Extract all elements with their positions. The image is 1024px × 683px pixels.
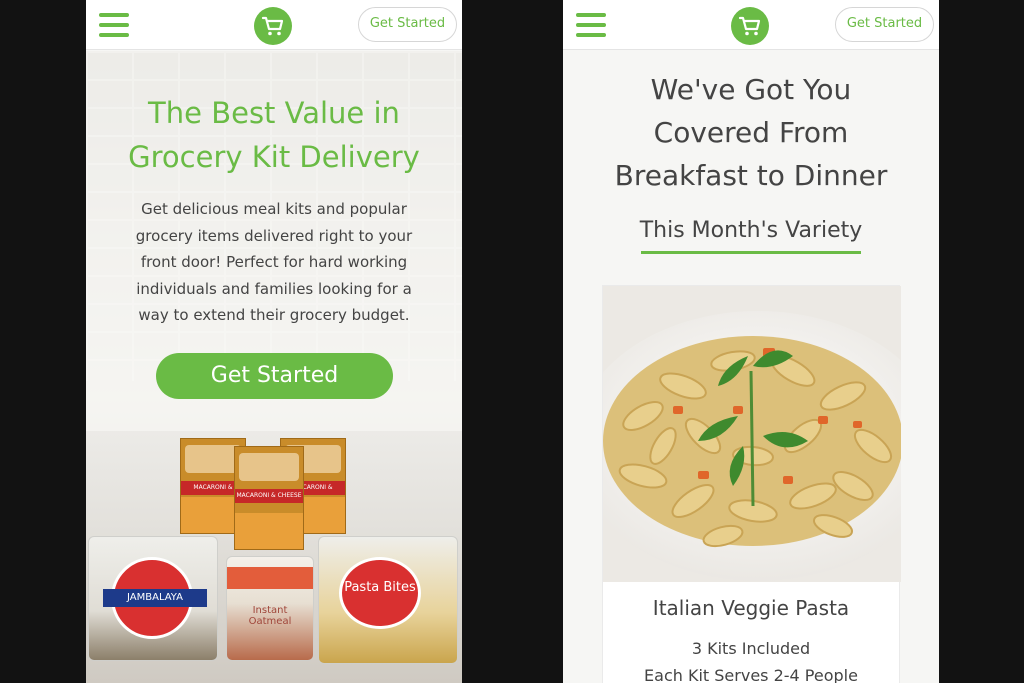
nav-get-started-button[interactable]: Get Started [358, 7, 457, 42]
meal-kit-card[interactable]: Italian Veggie Pasta 3 Kits Included Eac… [602, 285, 901, 683]
pasta-dish-photo [603, 286, 901, 582]
right-phone-screen: Get Started We've Got You Covered From B… [563, 0, 939, 683]
monthly-variety-heading: This Month's Variety [639, 218, 863, 243]
kits-included-text: 3 Kits Included [691, 639, 811, 658]
hero-title-line-1: The Best Value in [148, 96, 400, 130]
hero-description-line: front door! Perfect for hard working [140, 253, 408, 271]
hero-description: Get delicious meal kits and popular groc… [126, 196, 422, 329]
heading-underline [641, 251, 861, 254]
hamburger-icon[interactable] [99, 13, 129, 37]
jambalaya-label: JAMBALAYA [103, 589, 207, 607]
mac-cheese-box: MACARONI & CHEESE [234, 446, 304, 550]
shopping-cart-icon[interactable] [731, 7, 769, 45]
section-title-line: Breakfast to Dinner [614, 159, 888, 192]
shopping-cart-icon[interactable] [254, 7, 292, 45]
section-title-line: Covered From [653, 116, 849, 149]
hero-description-line: way to extend their grocery budget. [138, 306, 410, 324]
jambalaya-bag: JAMBALAYA [88, 536, 218, 661]
section-title-line: We've Got You [650, 73, 852, 106]
hero-get-started-button[interactable]: Get Started [156, 353, 393, 399]
section-title: We've Got You Covered From Breakfast to … [563, 68, 939, 197]
meal-kit-title: Italian Veggie Pasta [652, 596, 850, 620]
hero-description-line: individuals and families looking for a [136, 279, 412, 298]
hero-description-line: Get delicious meal kits and popular [141, 200, 407, 218]
left-phone-screen: The Best Value in Grocery Kit Delivery G… [86, 0, 462, 683]
pasta-bites-bag: Pasta Bites [318, 536, 458, 664]
hamburger-icon[interactable] [576, 13, 606, 37]
hero-title-line-2: Grocery Kit Delivery [128, 140, 420, 174]
instant-oatmeal-bag: Instant Oatmeal [226, 556, 314, 661]
nav-get-started-button[interactable]: Get Started [835, 7, 934, 42]
pasta-bites-label: Pasta Bites [339, 557, 421, 629]
top-nav-bar: Get Started [86, 0, 462, 50]
oatmeal-label: Instant Oatmeal [248, 605, 292, 627]
hero-title: The Best Value in Grocery Kit Delivery [86, 91, 462, 179]
hero-section: The Best Value in Grocery Kit Delivery G… [86, 51, 462, 683]
servings-text: Each Kit Serves 2-4 People [644, 666, 858, 683]
hero-description-line: grocery items delivered right to your [135, 226, 413, 245]
top-nav-bar: Get Started [563, 0, 939, 50]
